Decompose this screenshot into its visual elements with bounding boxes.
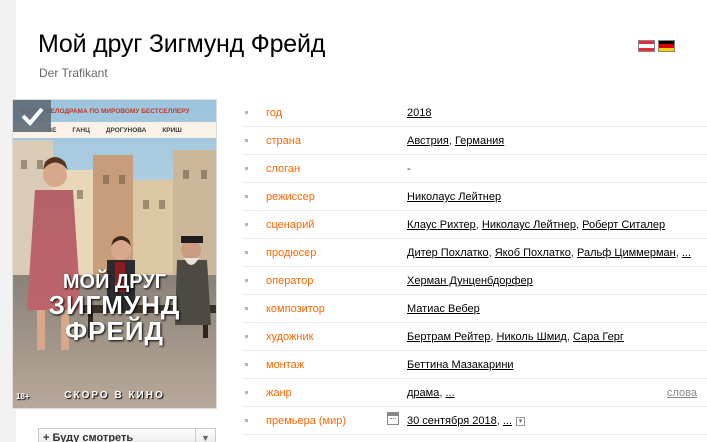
- poster-title: МОЙ ДРУГ ЗИГМУНД ФРЕЙД: [13, 272, 216, 344]
- info-row-year: год 2018: [242, 99, 707, 127]
- info-label: продюсер: [266, 247, 317, 259]
- info-label: художник: [266, 331, 314, 343]
- info-row-country: страна Австрия, Германия: [242, 127, 707, 155]
- info-row-premiere: премьера (мир) 30 сентября 2018, ... ▾: [242, 407, 707, 435]
- info-row-editing: монтаж Беттина Мазакарини: [242, 351, 707, 379]
- poster-actor: ДРОГУНОВА: [105, 127, 147, 134]
- year-link[interactable]: 2018: [407, 107, 431, 119]
- film-poster[interactable]: ЕСКАЯ МЕЛОДРАМА ПО МИРОВОМУ БЕСТСЕЛЛЕРУ …: [12, 99, 217, 409]
- poster-title-line3: ФРЕЙД: [64, 316, 165, 346]
- info-row-slogan: слоган -: [242, 155, 707, 183]
- poster-title-line1: МОЙ ДРУГ: [62, 271, 167, 293]
- info-label: режиссер: [266, 191, 315, 203]
- flag-germany-icon[interactable]: [658, 40, 675, 52]
- info-row-writer: сценарий Клаус Рихтер, Николаус Лейтнер,…: [242, 211, 707, 239]
- writer-link[interactable]: Роберт Ситалер: [582, 219, 665, 231]
- bullet-icon: [245, 251, 248, 254]
- premiere-date-link[interactable]: 30 сентября 2018: [407, 415, 497, 427]
- artist-link[interactable]: Бертрам Рейтер: [407, 331, 490, 343]
- bullet-icon: [245, 195, 248, 198]
- country-flags: [638, 40, 675, 52]
- writer-link[interactable]: Николаус Лейтнер: [482, 219, 576, 231]
- bullet-icon: [245, 307, 248, 310]
- bullet-icon: [245, 363, 248, 366]
- info-label: оператор: [266, 275, 314, 287]
- producer-link[interactable]: Якоб Похлатко: [495, 247, 571, 259]
- info-label: слоган: [266, 163, 301, 175]
- dropdown-arrow-icon[interactable]: ▼: [195, 429, 215, 442]
- artist-link[interactable]: Николь Шмид: [497, 331, 567, 343]
- info-label: год: [266, 107, 283, 119]
- watched-check-icon[interactable]: [13, 100, 51, 132]
- bullet-icon: [245, 167, 248, 170]
- more-link[interactable]: ...: [445, 387, 454, 399]
- artist-link[interactable]: Сара Герг: [573, 331, 624, 343]
- film-info-table: год 2018 страна Австрия, Германия слоган…: [242, 99, 707, 435]
- poster-title-line2: ЗИГМУНД: [48, 290, 181, 320]
- writer-link[interactable]: Клаус Рихтер: [407, 219, 476, 231]
- more-link[interactable]: ...: [682, 247, 691, 259]
- country-link[interactable]: Германия: [455, 135, 504, 147]
- bullet-icon: [245, 223, 248, 226]
- director-link[interactable]: Николаус Лейтнер: [407, 191, 501, 203]
- operator-link[interactable]: Херман Дунценбдорфер: [407, 275, 533, 287]
- info-label: композитор: [266, 303, 325, 315]
- producer-link[interactable]: Ральф Циммерман: [577, 247, 676, 259]
- bullet-icon: [245, 139, 248, 142]
- bullet-icon: [245, 111, 248, 114]
- calendar-icon[interactable]: [387, 412, 399, 425]
- poster-coming: СКОРО В КИНО: [64, 390, 165, 401]
- producer-link[interactable]: Дитер Похлатко: [407, 247, 489, 259]
- poster-actor: КРИШ: [162, 127, 182, 134]
- chevron-down-icon[interactable]: ▾: [516, 416, 526, 426]
- will-watch-button[interactable]: + Буду смотреть ▼: [38, 428, 216, 442]
- page: Мой друг Зигмунд Фрейд Der Trafikant ЕСК…: [12, 0, 707, 442]
- editor-link[interactable]: Беттина Мазакарини: [407, 359, 514, 371]
- info-row-artist: художник Бертрам Рейтер, Николь Шмид, Са…: [242, 323, 707, 351]
- poster-actor: ГАНЦ: [72, 127, 90, 134]
- info-label: страна: [266, 135, 301, 147]
- more-link[interactable]: ...: [503, 415, 512, 427]
- info-row-operator: оператор Херман Дунценбдорфер: [242, 267, 707, 295]
- genre-link[interactable]: драма: [407, 387, 439, 399]
- info-row-director: режиссер Николаус Лейтнер: [242, 183, 707, 211]
- poster-age: 18+: [16, 392, 30, 401]
- info-label: премьера (мир): [266, 415, 347, 427]
- info-row-genre: жанр драма, ... слова: [242, 379, 707, 407]
- bullet-icon: [245, 279, 248, 282]
- info-row-composer: композитор Матиас Вебер: [242, 295, 707, 323]
- will-watch-label: + Буду смотреть: [43, 432, 134, 442]
- page-title: Мой друг Зигмунд Фрейд: [38, 30, 326, 58]
- original-title: Der Trafikant: [39, 66, 108, 80]
- info-label: жанр: [266, 387, 292, 399]
- slogan-value: -: [407, 163, 411, 175]
- poster-image: [13, 100, 216, 408]
- keywords-link[interactable]: слова: [667, 387, 697, 399]
- flag-austria-icon[interactable]: [638, 40, 655, 52]
- bullet-icon: [245, 335, 248, 338]
- info-label: сценарий: [266, 219, 315, 231]
- poster-actors: ЗЕ ГАНЦ ДРОГУНОВА КРИШ: [48, 127, 182, 134]
- composer-link[interactable]: Матиас Вебер: [407, 303, 480, 315]
- bullet-icon: [245, 419, 248, 422]
- country-link[interactable]: Австрия: [407, 135, 449, 147]
- info-label: монтаж: [266, 359, 305, 371]
- info-row-producer: продюсер Дитер Похлатко, Якоб Похлатко, …: [242, 239, 707, 267]
- bullet-icon: [245, 391, 248, 394]
